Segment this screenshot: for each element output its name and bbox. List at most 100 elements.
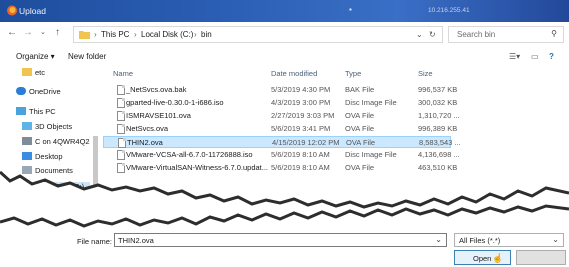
title-bar: Upload ▪ 10.216.255.41	[0, 0, 569, 22]
sidebar-scrollbar[interactable]	[93, 68, 98, 208]
file-name: VMware-VirtualSAN-Witness-6.7.0.updat...	[126, 163, 268, 172]
file-name: VMware-VCSA-all-6.7.0-11726888.iso	[126, 150, 253, 159]
file-type: Disc Image File	[345, 98, 397, 107]
refresh-icon[interactable]: ↻	[429, 30, 436, 39]
file-name: THIN2.ova	[127, 138, 163, 147]
drive-icon	[18, 214, 28, 222]
sidebar-item-desktop[interactable]: Desktop	[22, 152, 63, 164]
sidebar-item-this-pc[interactable]: This PC	[16, 107, 56, 119]
file-date: 5/6/2019 8:10 AM	[271, 150, 330, 159]
help-icon[interactable]: ?	[549, 52, 554, 61]
command-bar: Organize ▾ New folder ☰▾ ▭ ?	[0, 44, 569, 66]
table-row[interactable]: NetSvcs.ova 5/6/2019 3:41 PM OVA File 99…	[103, 123, 457, 135]
file-date: 5/6/2019 3:41 PM	[271, 124, 331, 133]
file-size: 996,389 KB	[418, 124, 458, 133]
computer-icon	[16, 107, 26, 115]
sidebar-item-new-volume[interactable]: New Volume (Z:)	[22, 197, 91, 209]
table-row[interactable]: _NetSvcs.ova.bak 5/3/2019 4:30 PM BAK Fi…	[103, 84, 457, 96]
remote-ip: 10.216.255.41	[428, 7, 470, 14]
sidebar-item-onedrive[interactable]: OneDrive	[16, 87, 61, 99]
file-date: 4/15/2019 12:02 PM	[272, 138, 340, 147]
firefox-logo-icon	[7, 5, 17, 16]
file-date: 4/3/2019 3:00 PM	[271, 98, 331, 107]
restore-icon[interactable]: ▪	[349, 5, 358, 14]
up-arrow-icon[interactable]: ↑	[55, 28, 60, 38]
table-row[interactable]: VMware-VCSA-all-6.7.0-11726888.iso 5/6/2…	[103, 149, 460, 161]
column-header-date[interactable]: Date modified	[271, 69, 317, 78]
desktop-icon	[22, 152, 32, 160]
file-name: gparted-live-0.30.0-1-i686.iso	[126, 98, 224, 107]
table-row[interactable]: gparted-live-0.30.0-1-i686.iso 4/3/2019 …	[103, 97, 457, 109]
sidebar-item-documents[interactable]: Documents	[22, 166, 73, 178]
breadcrumb-local-disk[interactable]: Local Disk (C:)	[141, 30, 193, 39]
file-icon	[117, 111, 125, 121]
file-name: ISMRAVSE101.ova	[126, 111, 191, 120]
sidebar-item-etc[interactable]: etc	[22, 68, 45, 80]
file-type: OVA File	[345, 163, 375, 172]
table-row[interactable]: ISMRAVSE101.ova 2/27/2019 3:03 PM OVA Fi…	[103, 110, 460, 122]
drive-icon	[22, 197, 32, 205]
column-header-size[interactable]: Size	[418, 69, 433, 78]
file-size: 4,136,698 ...	[418, 150, 460, 159]
breadcrumb-separator: ›	[94, 30, 97, 39]
address-dropdown-icon[interactable]: ⌄	[416, 30, 423, 39]
documents-icon	[22, 166, 32, 174]
file-size: 463,510 KB	[418, 163, 458, 172]
navigation-pane: etc OneDrive This PC 3D Objects C on 4QW…	[0, 64, 101, 234]
back-arrow-icon[interactable]: ←	[7, 28, 17, 38]
disc-image-icon	[117, 150, 125, 160]
window-title: Upload	[19, 6, 46, 16]
file-type-filter[interactable]: All Files (*.*) ⌄	[454, 233, 564, 247]
cube-icon	[22, 122, 32, 130]
file-icon	[117, 163, 125, 173]
breadcrumb-separator: ›	[194, 30, 197, 39]
file-icon	[118, 138, 126, 148]
recent-chevron-icon[interactable]: ⌄	[40, 28, 46, 38]
network-drive-icon	[22, 137, 32, 145]
file-size: 996,537 KB	[418, 85, 458, 94]
sidebar-item-3d-objects[interactable]: 3D Objects	[22, 122, 72, 134]
search-box[interactable]: Search bin ⚲	[448, 26, 564, 43]
file-icon	[117, 124, 125, 134]
file-name: _NetSvcs.ova.bak	[126, 85, 187, 94]
forward-arrow-icon[interactable]: →	[23, 28, 33, 38]
new-folder-button[interactable]: New folder	[68, 52, 106, 61]
breadcrumb-bin[interactable]: bin	[201, 30, 212, 39]
file-type: Disc Image File	[345, 150, 397, 159]
file-size: 1,310,720 ...	[418, 111, 460, 120]
address-bar[interactable]: › This PC › Local Disk (C:) › bin ⌄ ↻	[73, 26, 443, 43]
file-size: 8,583,543 ...	[419, 138, 461, 147]
disc-image-icon	[117, 98, 125, 108]
search-icon: ⚲	[551, 29, 557, 38]
scrollbar-thumb[interactable]	[93, 136, 98, 196]
search-input[interactable]: Search bin	[457, 30, 495, 39]
column-header-name[interactable]: Name	[113, 69, 133, 78]
sidebar-item-new-volume-2[interactable]: New Volume (Z:)	[18, 214, 87, 226]
file-type: OVA File	[345, 111, 375, 120]
table-row-selected[interactable]: THIN2.ova 4/15/2019 12:02 PM OVA File 8,…	[103, 136, 461, 148]
sidebar-item-local-disk[interactable]: Local Disk (C:)	[22, 182, 91, 194]
file-date: 5/3/2019 4:30 PM	[271, 85, 331, 94]
open-button[interactable]: Open ☝	[454, 250, 511, 265]
cloud-icon	[16, 87, 26, 95]
file-date: 2/27/2019 3:03 PM	[271, 111, 335, 120]
view-options-icon[interactable]: ☰▾	[509, 52, 520, 61]
file-date: 5/6/2019 8:10 AM	[271, 163, 330, 172]
file-name-label: File name:	[77, 237, 113, 246]
cancel-button[interactable]	[516, 250, 566, 265]
column-header-type[interactable]: Type	[345, 69, 361, 78]
organize-button[interactable]: Organize ▾	[16, 52, 55, 61]
folder-icon	[22, 68, 32, 76]
file-icon	[117, 85, 125, 95]
breadcrumb-this-pc[interactable]: This PC	[101, 30, 129, 39]
chevron-down-icon[interactable]: ⌄	[552, 235, 559, 244]
chevron-down-icon[interactable]: ⌄	[435, 235, 442, 244]
breadcrumb-separator: ›	[134, 30, 137, 39]
sidebar-item-c-on-4qwr4q2[interactable]: C on 4QWR4Q2	[22, 137, 90, 149]
preview-pane-icon[interactable]: ▭	[531, 52, 539, 61]
mouse-cursor-icon: ☝	[492, 253, 504, 263]
drive-icon	[22, 182, 32, 190]
file-name-input[interactable]: THIN2.ova ⌄	[114, 233, 447, 247]
file-type: BAK File	[345, 85, 375, 94]
table-row[interactable]: VMware-VirtualSAN-Witness-6.7.0.updat...…	[103, 162, 457, 174]
